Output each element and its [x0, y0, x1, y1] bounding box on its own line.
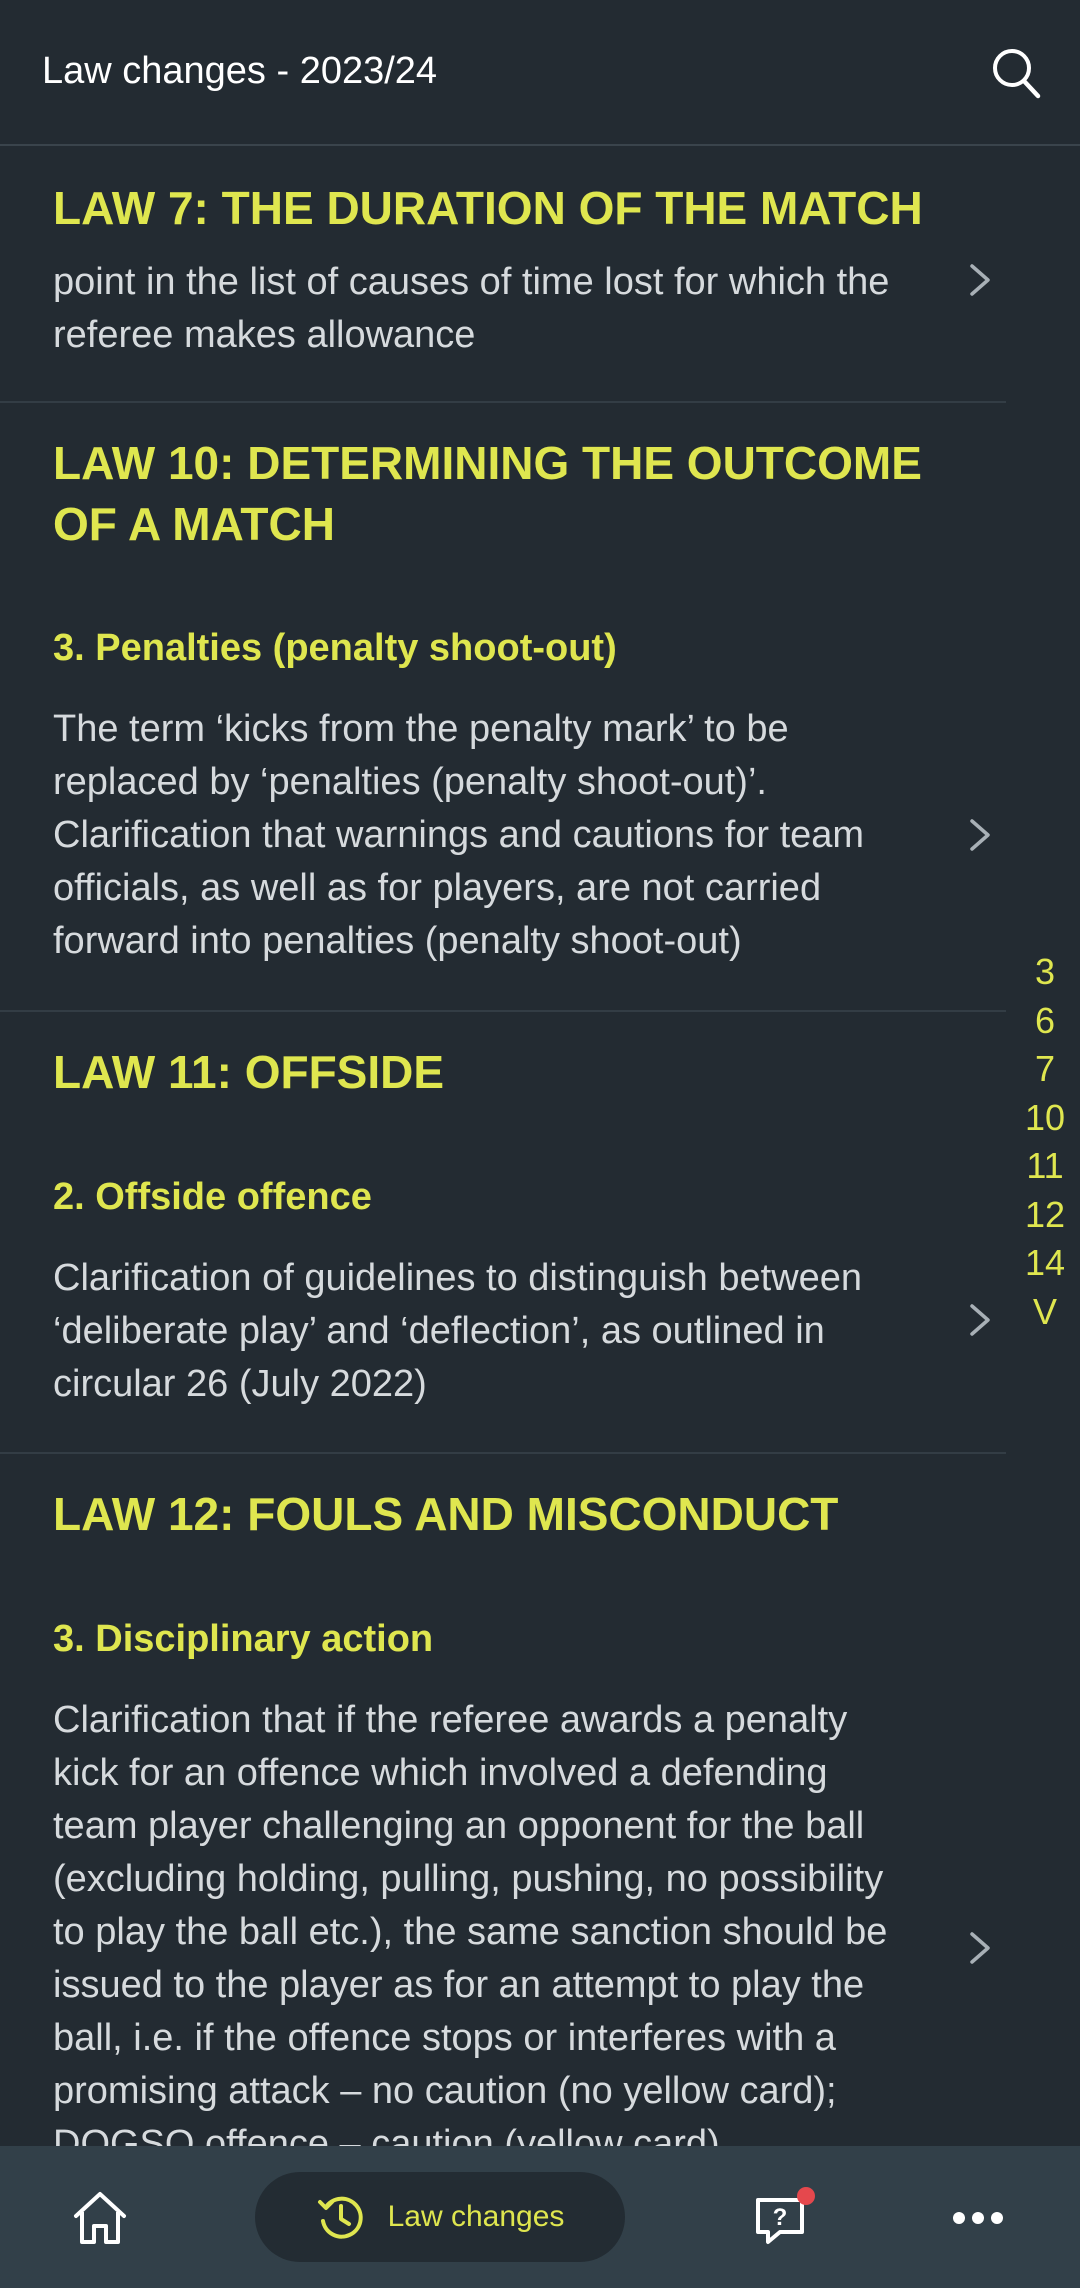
law-section-title: 3. Disciplinary action [53, 1618, 434, 1660]
chevron-right-icon [970, 264, 990, 296]
law-index: 3 6 7 10 11 12 14 V [1010, 948, 1080, 1336]
law-description: Clarification that if the referee awards… [53, 1699, 888, 2146]
index-item[interactable]: 3 [1035, 948, 1055, 997]
nav-law-changes-label: Law changes [387, 2200, 565, 2233]
notification-dot [797, 2187, 815, 2205]
law-description: point in the list of causes of time lost… [53, 261, 890, 356]
law-description: Clarification of guidelines to distingui… [53, 1257, 863, 1405]
index-item[interactable]: 14 [1025, 1239, 1065, 1288]
law-description: The term ‘kicks from the penalty mark’ t… [53, 708, 865, 962]
page-title: Law changes - 2023/24 [42, 50, 438, 92]
law-item-11[interactable]: LAW 11: OFFSIDE 2. Offside offence Clari… [0, 1012, 1006, 1454]
law-title: LAW 7: THE DURATION OF THE MATCH [53, 182, 923, 234]
index-item[interactable]: 10 [1025, 1094, 1065, 1143]
law-section-title: 2. Offside offence [53, 1176, 372, 1218]
history-icon [317, 2196, 363, 2239]
law-item-12[interactable]: LAW 12: FOULS AND MISCONDUCT 3. Discipli… [0, 1454, 1006, 2146]
index-item[interactable]: 11 [1026, 1142, 1063, 1191]
law-item-7[interactable]: LAW 7: THE DURATION OF THE MATCH point i… [0, 148, 1006, 403]
chevron-right-icon [970, 1304, 990, 1336]
index-item[interactable]: V [1033, 1288, 1057, 1337]
app-header: Law changes - 2023/24 [0, 0, 1080, 146]
law-title: LAW 12: FOULS AND MISCONDUCT [53, 1488, 839, 1540]
chevron-right-icon [970, 819, 990, 851]
bottom-navigation: Law changes ? [0, 2146, 1080, 2288]
law-item-10[interactable]: LAW 10: DETERMINING THE OUTCOME OF A MAT… [0, 403, 1006, 1012]
index-item[interactable]: 12 [1025, 1191, 1065, 1240]
more-icon[interactable] [952, 2206, 1004, 2230]
law-changes-list: LAW 7: THE DURATION OF THE MATCH point i… [0, 148, 1006, 2146]
home-icon[interactable] [70, 2188, 130, 2248]
nav-law-changes[interactable]: Law changes [255, 2172, 625, 2262]
chevron-right-icon [970, 1932, 990, 1964]
law-section-title: 3. Penalties (penalty shoot-out) [53, 627, 617, 669]
search-icon[interactable] [990, 46, 1042, 100]
faq-icon[interactable]: ? [752, 2186, 818, 2252]
svg-text:?: ? [773, 2204, 788, 2231]
law-title: LAW 11: OFFSIDE [53, 1046, 445, 1098]
index-item[interactable]: 7 [1035, 1045, 1055, 1094]
index-item[interactable]: 6 [1035, 997, 1055, 1046]
law-title: LAW 10: DETERMINING THE OUTCOME OF A MAT… [53, 437, 922, 550]
